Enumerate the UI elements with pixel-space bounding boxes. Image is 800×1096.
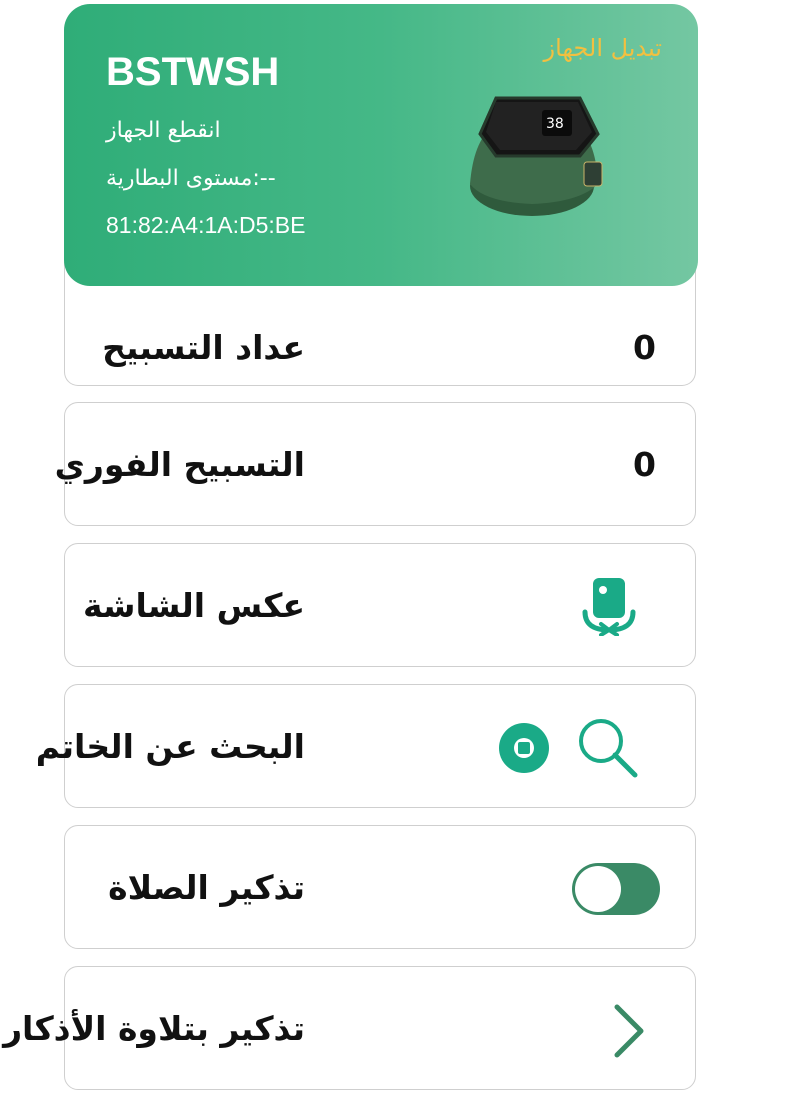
screen-rotate-icon[interactable] [577,572,641,636]
switch-device-button[interactable]: تبديل الجهاز [544,34,662,62]
flip-screen-row[interactable]: عكس الشاشة [64,543,696,667]
battery-level: مستوى البطارية:-- [106,166,276,191]
flip-screen-label: عكس الشاشة [82,585,305,625]
ring-device-image: 38 [470,96,603,216]
instant-tasbih-row[interactable]: التسبيح الفوري 0 [55,402,696,526]
instant-tasbih-value: 0 [633,444,656,484]
device-name: BSTWSH [106,50,280,94]
device-card: BSTWSH انقطع الجهاز مستوى البطارية:-- 81… [64,4,698,286]
prayer-reminder-toggle[interactable] [571,862,661,916]
search-icon[interactable] [573,713,643,783]
prayer-reminder-row[interactable]: تذكير الصلاة [64,825,696,949]
stop-button[interactable] [497,721,551,775]
svg-text:38: 38 [546,116,564,132]
instant-tasbih-label: التسبيح الفوري [54,444,305,484]
find-ring-row[interactable]: البحث عن الخاتم [36,684,696,808]
prayer-reminder-label: تذكير الصلاة [108,867,305,907]
dhikr-reminder-label: تذكير بتلاوة الأذكار [3,1008,305,1048]
dhikr-reminder-row[interactable]: تذكير بتلاوة الأذكار [3,966,696,1090]
connection-status: انقطع الجهاز [106,118,221,143]
find-ring-label: البحث عن الخاتم [35,726,305,766]
device-mac-address: 81:82:A4:1A:D5:BE [106,212,306,238]
chevron-right-icon[interactable] [609,1003,649,1059]
